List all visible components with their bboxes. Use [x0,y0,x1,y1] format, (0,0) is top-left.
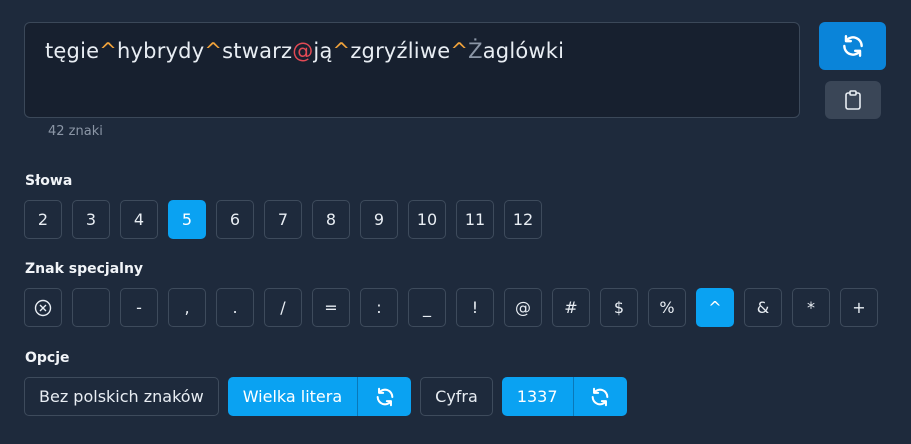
uppercase-toggle[interactable]: Wielka litera [227,377,358,416]
refresh-icon [376,387,393,406]
special-char-option[interactable]: . [216,288,254,327]
special-char-selector: -,. / =: _! @ # $% ^ & * + [24,288,878,327]
password-segment-sep: ^ [450,39,469,63]
special-char-option-space[interactable] [72,288,110,327]
special-char-option[interactable]: , [168,288,206,327]
special-char-option[interactable]: = [312,288,350,327]
refresh-icon [591,387,609,406]
special-char-option[interactable]: @ [504,288,542,327]
password-segment-word: hybrydy [117,39,205,63]
password-text: tęgie^hybrydy^stwarz@ją^zgryźliwe^Żaglów… [45,39,564,63]
options-row: Bez polskich znaków Wielka litera Cyfra … [24,377,627,416]
password-segment-word: ją [313,39,333,63]
refresh-icon [842,35,863,57]
password-segment-sep: ^ [204,39,223,63]
word-count-option[interactable]: 3 [72,200,110,239]
special-char-option[interactable]: : [360,288,398,327]
word-count-option[interactable]: 8 [312,200,350,239]
password-output[interactable]: tęgie^hybrydy^stwarz@ją^zgryźliwe^Żaglów… [24,22,800,118]
circle-x-icon [34,299,52,316]
special-char-option[interactable]: _ [408,288,446,327]
word-count-option[interactable]: 4 [120,200,158,239]
password-segment-digit: @ [292,39,314,63]
word-count-option[interactable]: 5 [168,200,206,239]
password-segment-word: aglówki [482,39,565,63]
uppercase-shuffle-button[interactable] [357,377,412,416]
copy-button[interactable] [825,81,881,119]
uppercase-group: Wielka litera [227,377,412,416]
password-segment-word: zgryźliwe [350,39,451,63]
password-segment-word: tęgie [45,39,100,63]
word-count-option[interactable]: 2 [24,200,62,239]
word-count-option[interactable]: 11 [456,200,494,239]
special-char-option[interactable]: * [792,288,830,327]
special-char-option[interactable]: ! [456,288,494,327]
word-count-option[interactable]: 6 [216,200,254,239]
word-count-option[interactable]: 12 [504,200,542,239]
special-char-label: Znak specjalny [25,261,144,277]
leet-toggle[interactable]: 1337 [501,377,573,416]
password-segment-letter: Ż [468,39,483,63]
word-count-option[interactable]: 7 [264,200,302,239]
words-label: Słowa [25,173,73,189]
regenerate-button[interactable] [819,22,886,70]
character-count: 42 znaki [48,124,103,139]
special-char-option[interactable]: & [744,288,782,327]
special-char-option[interactable]: $ [600,288,638,327]
leet-shuffle-button[interactable] [572,377,627,416]
special-char-option[interactable]: # [552,288,590,327]
special-char-option[interactable]: + [840,288,878,327]
password-segment-sep: ^ [99,39,118,63]
leet-group: 1337 [501,377,627,416]
password-segment-sep: ^ [332,39,351,63]
special-char-option[interactable]: - [120,288,158,327]
clipboard-icon [845,90,861,110]
special-char-option[interactable]: % [648,288,686,327]
special-char-option[interactable]: / [264,288,302,327]
word-count-selector: 2 3 4 5 6 7 8 9 10 11 12 [24,200,542,239]
no-polish-toggle[interactable]: Bez polskich znaków [24,377,219,416]
word-count-option[interactable]: 10 [408,200,446,239]
special-char-option[interactable]: ^ [696,288,734,327]
password-segment-word: stwarz [222,39,293,63]
options-label: Opcje [25,350,70,366]
word-count-option[interactable]: 9 [360,200,398,239]
clear-special-button[interactable] [24,288,62,327]
digit-toggle[interactable]: Cyfra [420,377,493,416]
